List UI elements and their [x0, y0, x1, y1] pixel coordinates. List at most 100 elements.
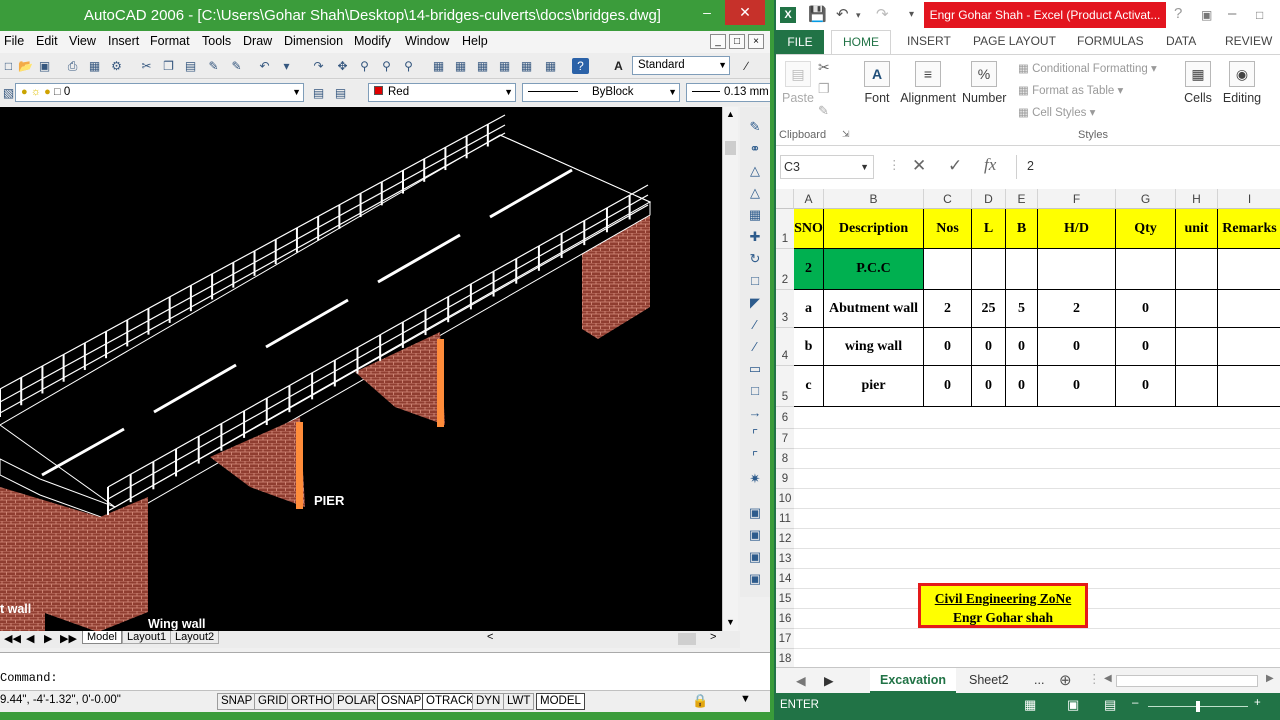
table-cell-e4[interactable]: 0 [1006, 328, 1038, 366]
column-header-e[interactable]: E [1006, 189, 1038, 209]
osnap-toggle[interactable]: OSNAP [377, 693, 426, 710]
row-header-11[interactable]: 11 [776, 509, 794, 529]
table-cell-i5[interactable] [1218, 366, 1280, 407]
doc-restore-icon[interactable]: □ [729, 34, 745, 49]
status-menu-icon[interactable]: ▼ [740, 693, 751, 705]
hscroll-right-icon[interactable]: > [710, 631, 716, 643]
hscroll-left-icon[interactable]: ◀ [1104, 673, 1112, 684]
column-header-g[interactable]: G [1116, 189, 1176, 209]
header-cell-d[interactable]: L [972, 209, 1006, 249]
cells-button[interactable]: ▦ Cells [1181, 61, 1215, 105]
table-cell-i3[interactable] [1218, 290, 1280, 328]
save-icon[interactable]: 💾 [808, 5, 827, 23]
command-window[interactable]: Command: [0, 652, 770, 690]
color-dropdown[interactable]: Red ▼ [368, 83, 516, 102]
tab-model[interactable]: Model [82, 631, 122, 644]
undo-dropdown-icon[interactable]: ▾ [278, 58, 295, 74]
redo-icon[interactable]: ↷ [876, 5, 889, 23]
header-cell-b[interactable]: Description [824, 209, 924, 249]
header-cell-a[interactable]: SNO [794, 209, 824, 249]
row-header-14[interactable]: 14 [776, 569, 794, 589]
model-toggle[interactable]: MODEL [536, 693, 585, 710]
extend-icon[interactable]: ∕ [745, 339, 765, 357]
header-cell-e[interactable]: B [1006, 209, 1038, 249]
offset-icon[interactable]: △ [745, 185, 765, 203]
empty-cell[interactable] [1176, 249, 1218, 290]
table-cell-d4[interactable]: 0 [972, 328, 1006, 366]
table-cell-b5[interactable]: pier [824, 366, 924, 407]
doc-close-icon[interactable]: × [748, 34, 764, 49]
menu-dimension[interactable]: Dimension [284, 34, 343, 48]
drawing-canvas[interactable]: PIER Wing wall t wall [0, 107, 722, 631]
save-icon[interactable]: ▣ [36, 58, 53, 74]
column-header-d[interactable]: D [972, 189, 1006, 209]
cancel-icon[interactable]: ✕ [912, 156, 926, 176]
first-tab-icon[interactable]: ◀◀ [4, 632, 21, 645]
sheet-tab-sheet2[interactable]: Sheet2 [969, 673, 1009, 687]
scroll-down-icon[interactable]: ▼ [726, 617, 735, 627]
mirror-icon[interactable]: △ [745, 163, 765, 181]
row-header-16[interactable]: 16 [776, 609, 794, 629]
table-cell-f4[interactable]: 0 [1038, 328, 1116, 366]
section-desc-cell[interactable]: P.C.C [824, 249, 924, 290]
zoom-in-icon[interactable]: + [1254, 697, 1261, 709]
tab-insert[interactable]: INSERT [907, 34, 951, 48]
copy-icon[interactable]: ❐ [160, 58, 177, 74]
column-header-h[interactable]: H [1176, 189, 1218, 209]
tab-layout2[interactable]: Layout2 [170, 631, 220, 644]
column-header-c[interactable]: C [924, 189, 972, 209]
hscroll-thumb[interactable] [678, 633, 696, 645]
help-icon[interactable]: ? [1174, 5, 1182, 22]
zoom-realtime-icon[interactable]: ⚲ [356, 58, 373, 74]
conditional-formatting-button[interactable]: ▦ Conditional Formatting ▾ [1018, 61, 1157, 75]
hscroll-left-icon[interactable]: < [487, 631, 493, 643]
row-header-9[interactable]: 9 [776, 469, 794, 489]
header-cell-h[interactable]: unit [1176, 209, 1218, 249]
table-cell-a3[interactable]: a [794, 290, 824, 328]
empty-cell[interactable] [972, 249, 1006, 290]
last-tab-icon[interactable]: ▶▶ [60, 632, 77, 645]
undo-dropdown-icon[interactable]: ▾ [856, 10, 861, 21]
next-tab-icon[interactable]: ▶ [44, 632, 52, 645]
snap-toggle[interactable]: SNAP [217, 693, 257, 710]
table-cell-c3[interactable]: 2 [924, 290, 972, 328]
stretch-icon[interactable]: ◤ [745, 295, 765, 313]
copy-object-icon[interactable]: ⚭ [745, 141, 765, 159]
grid-toggle[interactable]: GRID [254, 693, 291, 710]
undo-icon[interactable]: ↶ [836, 5, 849, 23]
menu-window[interactable]: Window [405, 34, 449, 48]
scroll-up-icon[interactable]: ▲ [726, 109, 735, 119]
array-icon[interactable]: ▦ [745, 207, 765, 225]
maximize-icon[interactable]: □ [1256, 8, 1263, 22]
section-sno-cell[interactable]: 2 [794, 249, 824, 290]
tab-data[interactable]: DATA [1166, 34, 1196, 48]
trim-icon[interactable]: ∕ [745, 317, 765, 335]
print-icon[interactable]: ⎙ [64, 58, 81, 74]
open-icon[interactable]: 📂 [17, 58, 34, 74]
match-properties-icon[interactable]: ✎ [205, 58, 222, 74]
rotate-icon[interactable]: ↻ [745, 251, 765, 269]
table-cell-a5[interactable]: c [794, 366, 824, 407]
cut-icon[interactable]: ✂ [138, 58, 155, 74]
row-header-10[interactable]: 10 [776, 489, 794, 509]
table-cell-e5[interactable]: 0 [1006, 366, 1038, 407]
draworder-front-icon[interactable]: ▣ [745, 505, 765, 523]
scale-icon[interactable]: □ [745, 273, 765, 291]
ribbon-display-icon[interactable]: ▣ [1201, 8, 1212, 22]
column-header-b[interactable]: B [824, 189, 924, 209]
column-header-i[interactable]: I [1218, 189, 1280, 209]
format-painter-icon[interactable]: ✎ [818, 103, 829, 119]
table-cell-d5[interactable]: 0 [972, 366, 1006, 407]
tool-palettes-icon[interactable]: ▦ [474, 58, 491, 74]
header-cell-f[interactable]: H/D [1038, 209, 1116, 249]
row-header-17[interactable]: 17 [776, 629, 794, 649]
linetype-dropdown[interactable]: ByBlock ▼ [522, 83, 680, 102]
restore-icon[interactable] [697, 0, 725, 25]
zoom-out-icon[interactable]: – [1132, 697, 1138, 709]
header-cell-g[interactable]: Qty [1116, 209, 1176, 249]
table-cell-g4[interactable]: 0 [1116, 328, 1176, 366]
table-cell-a4[interactable]: b [794, 328, 824, 366]
toolbar-lock-icon[interactable]: 🔒 [692, 693, 708, 709]
row-header-15[interactable]: 15 [776, 589, 794, 609]
tab-home[interactable]: HOME [831, 30, 891, 54]
